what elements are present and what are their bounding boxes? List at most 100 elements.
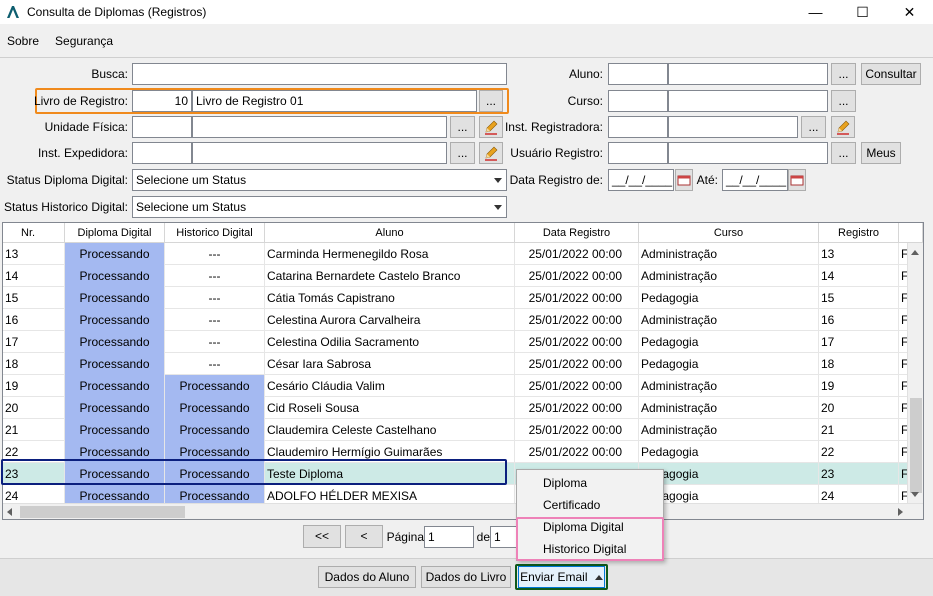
- calendar-ate-button[interactable]: [788, 169, 806, 191]
- minimize-icon[interactable]: —: [792, 0, 839, 24]
- scroll-up-icon[interactable]: [911, 250, 919, 255]
- registradora-code-input[interactable]: [608, 116, 668, 138]
- aluno-code-input[interactable]: [608, 63, 668, 85]
- busca-input[interactable]: [132, 63, 507, 85]
- window-title: Consulta de Diplomas (Registros): [27, 5, 207, 19]
- column-header-extra[interactable]: [899, 223, 923, 243]
- menu-seguranca[interactable]: Segurança: [55, 34, 113, 48]
- table-cell: 21: [819, 419, 899, 441]
- table-cell: 20: [3, 397, 65, 419]
- table-cell: 25/01/2022 00:00: [515, 287, 639, 309]
- table-row[interactable]: 20 Processando Processando Cid Roseli Sousa…: [3, 397, 911, 419]
- data-ate-input[interactable]: __/__/____: [722, 169, 788, 191]
- vertical-scrollbar[interactable]: [907, 243, 923, 503]
- popup-item-diploma[interactable]: Diploma: [543, 473, 587, 493]
- table-cell: Processando: [65, 309, 165, 331]
- table-cell: Pedagogia: [639, 287, 819, 309]
- status-hist-select[interactable]: Selecione um Status: [132, 196, 507, 218]
- unidade-browse-button[interactable]: ...: [450, 116, 475, 138]
- livro-name-input[interactable]: Livro de Registro 01: [192, 90, 477, 112]
- usuario-name-input[interactable]: [668, 142, 828, 164]
- column-header[interactable]: Diploma Digital: [65, 223, 165, 243]
- dados-aluno-button[interactable]: Dados do Aluno: [318, 566, 416, 588]
- meus-button[interactable]: Meus: [861, 142, 901, 164]
- column-header[interactable]: Data Registro: [515, 223, 639, 243]
- close-icon[interactable]: ✕: [886, 0, 933, 24]
- table-cell: Processando: [65, 265, 165, 287]
- table-cell: 14: [819, 265, 899, 287]
- maximize-icon[interactable]: ☐: [839, 0, 886, 24]
- table-cell: 13: [3, 243, 65, 265]
- page-input[interactable]: 1: [424, 526, 474, 548]
- aluno-name-input[interactable]: [668, 63, 828, 85]
- registradora-name-input[interactable]: [668, 116, 798, 138]
- table-cell: ---: [165, 309, 265, 331]
- scroll-left-icon[interactable]: [7, 508, 12, 516]
- expedidora-name-input[interactable]: [192, 142, 447, 164]
- unidade-name-input[interactable]: [192, 116, 447, 138]
- calendar-de-button[interactable]: [675, 169, 693, 191]
- table-cell: Administração: [639, 265, 819, 287]
- table-cell: ---: [165, 287, 265, 309]
- dados-livro-button[interactable]: Dados do Livro: [421, 566, 511, 588]
- table-cell: Administração: [639, 309, 819, 331]
- table-cell: Cid Roseli Sousa: [265, 397, 515, 419]
- column-header[interactable]: Nr.: [3, 223, 65, 243]
- prev-page-button[interactable]: <: [345, 525, 383, 548]
- curso-browse-button[interactable]: ...: [831, 90, 856, 112]
- popup-item-certificado[interactable]: Certificado: [543, 495, 600, 515]
- table-cell: 13: [819, 243, 899, 265]
- of-label: de: [476, 530, 490, 544]
- unidade-code-input[interactable]: [132, 116, 192, 138]
- table-cell: 18: [3, 353, 65, 375]
- enviar-email-button[interactable]: Enviar Email: [518, 566, 605, 588]
- table-row[interactable]: 14 Processando --- Catarina Bernardete Cast…: [3, 265, 911, 287]
- table-row[interactable]: 13 Processando --- Carminda Hermenegildo Ro…: [3, 243, 911, 265]
- data-de-input[interactable]: __/__/____: [608, 169, 674, 191]
- registradora-browse-button[interactable]: ...: [801, 116, 826, 138]
- table-cell: 20: [819, 397, 899, 419]
- app-logo-icon: [6, 5, 20, 19]
- vertical-scroll-thumb[interactable]: [910, 398, 922, 493]
- chevron-up-icon: [594, 575, 603, 580]
- table-cell: Celestina Aurora Carvalheira: [265, 309, 515, 331]
- scroll-right-icon[interactable]: [898, 508, 903, 516]
- livro-code-input[interactable]: 10: [132, 90, 192, 112]
- curso-code-input[interactable]: [608, 90, 668, 112]
- expedidora-code-input[interactable]: [132, 142, 192, 164]
- status-hist-label: Status Historico Digital:: [3, 200, 128, 214]
- table-row[interactable]: 17 Processando --- Celestina Odilia Sacrame…: [3, 331, 911, 353]
- table-row[interactable]: 16 Processando --- Celestina Aurora Carvalh…: [3, 309, 911, 331]
- status-diploma-label: Status Diploma Digital:: [6, 173, 128, 187]
- table-cell: 19: [3, 375, 65, 397]
- status-diploma-select[interactable]: Selecione um Status: [132, 169, 507, 191]
- scroll-down-icon[interactable]: [911, 492, 919, 497]
- expedidora-label: Inst. Expedidora:: [37, 146, 128, 160]
- table-row[interactable]: 21 Processando Processando Claudemira Celes…: [3, 419, 911, 441]
- table-cell: 16: [819, 309, 899, 331]
- column-header[interactable]: Historico Digital: [165, 223, 265, 243]
- usuario-code-input[interactable]: [608, 142, 668, 164]
- busca-label: Busca:: [91, 67, 128, 81]
- title-bar: Consulta de Diplomas (Registros) — ☐ ✕: [0, 0, 933, 24]
- registradora-label: Inst. Registradora:: [504, 120, 603, 134]
- livro-browse-button[interactable]: ...: [479, 90, 503, 112]
- table-row[interactable]: 15 Processando --- Cátia Tomás Capistrano 25…: [3, 287, 911, 309]
- usuario-browse-button[interactable]: ...: [831, 142, 856, 164]
- column-header[interactable]: Curso: [639, 223, 819, 243]
- curso-name-input[interactable]: [668, 90, 828, 112]
- pencil-icon: [837, 120, 850, 135]
- expedidora-browse-button[interactable]: ...: [450, 142, 475, 164]
- filter-form: Busca: Livro de Registro: 10 Livro de Re…: [0, 57, 933, 222]
- table-row[interactable]: 18 Processando --- César Iara Sabrosa 25/01/…: [3, 353, 911, 375]
- registradora-edit-button[interactable]: [831, 116, 855, 138]
- first-page-button[interactable]: <<: [303, 525, 341, 548]
- horizontal-scrollbar[interactable]: [3, 503, 923, 519]
- column-header[interactable]: Aluno: [265, 223, 515, 243]
- aluno-browse-button[interactable]: ...: [831, 63, 856, 85]
- table-row[interactable]: 19 Processando Processando Cesário Cláudia …: [3, 375, 911, 397]
- column-header[interactable]: Registro: [819, 223, 899, 243]
- menu-sobre[interactable]: Sobre: [7, 34, 39, 48]
- consultar-button[interactable]: Consultar: [861, 63, 921, 85]
- horizontal-scroll-thumb[interactable]: [20, 506, 185, 518]
